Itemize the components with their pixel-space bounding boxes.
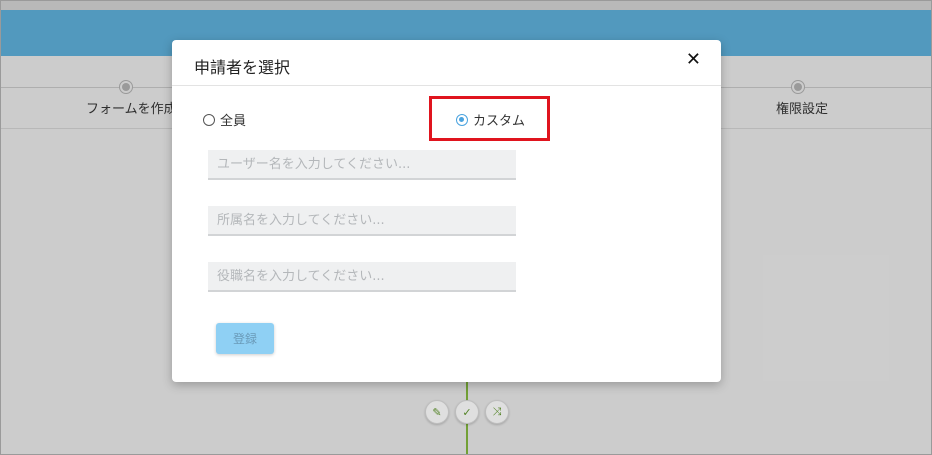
radio-circle-icon: [203, 113, 215, 126]
dialog-divider: [172, 85, 721, 86]
radio-all-label: 全員: [220, 114, 247, 129]
position-name-input[interactable]: [208, 262, 516, 292]
user-name-input[interactable]: [208, 150, 516, 180]
department-name-input[interactable]: [208, 206, 516, 236]
close-icon[interactable]: ✕: [686, 49, 701, 70]
radio-all[interactable]: 全員: [203, 110, 246, 129]
highlight-box: [429, 96, 550, 141]
select-applicant-dialog: 申請者を選択 ✕ 全員 カスタム 登録: [172, 40, 721, 382]
register-button[interactable]: 登録: [216, 323, 274, 354]
dialog-title: 申請者を選択: [194, 58, 291, 77]
app-window: フォームを作成 権限設定 ✎ ✓ ⤨ 申請者を選択 ✕ 全員 カスタム 登録: [0, 0, 932, 455]
